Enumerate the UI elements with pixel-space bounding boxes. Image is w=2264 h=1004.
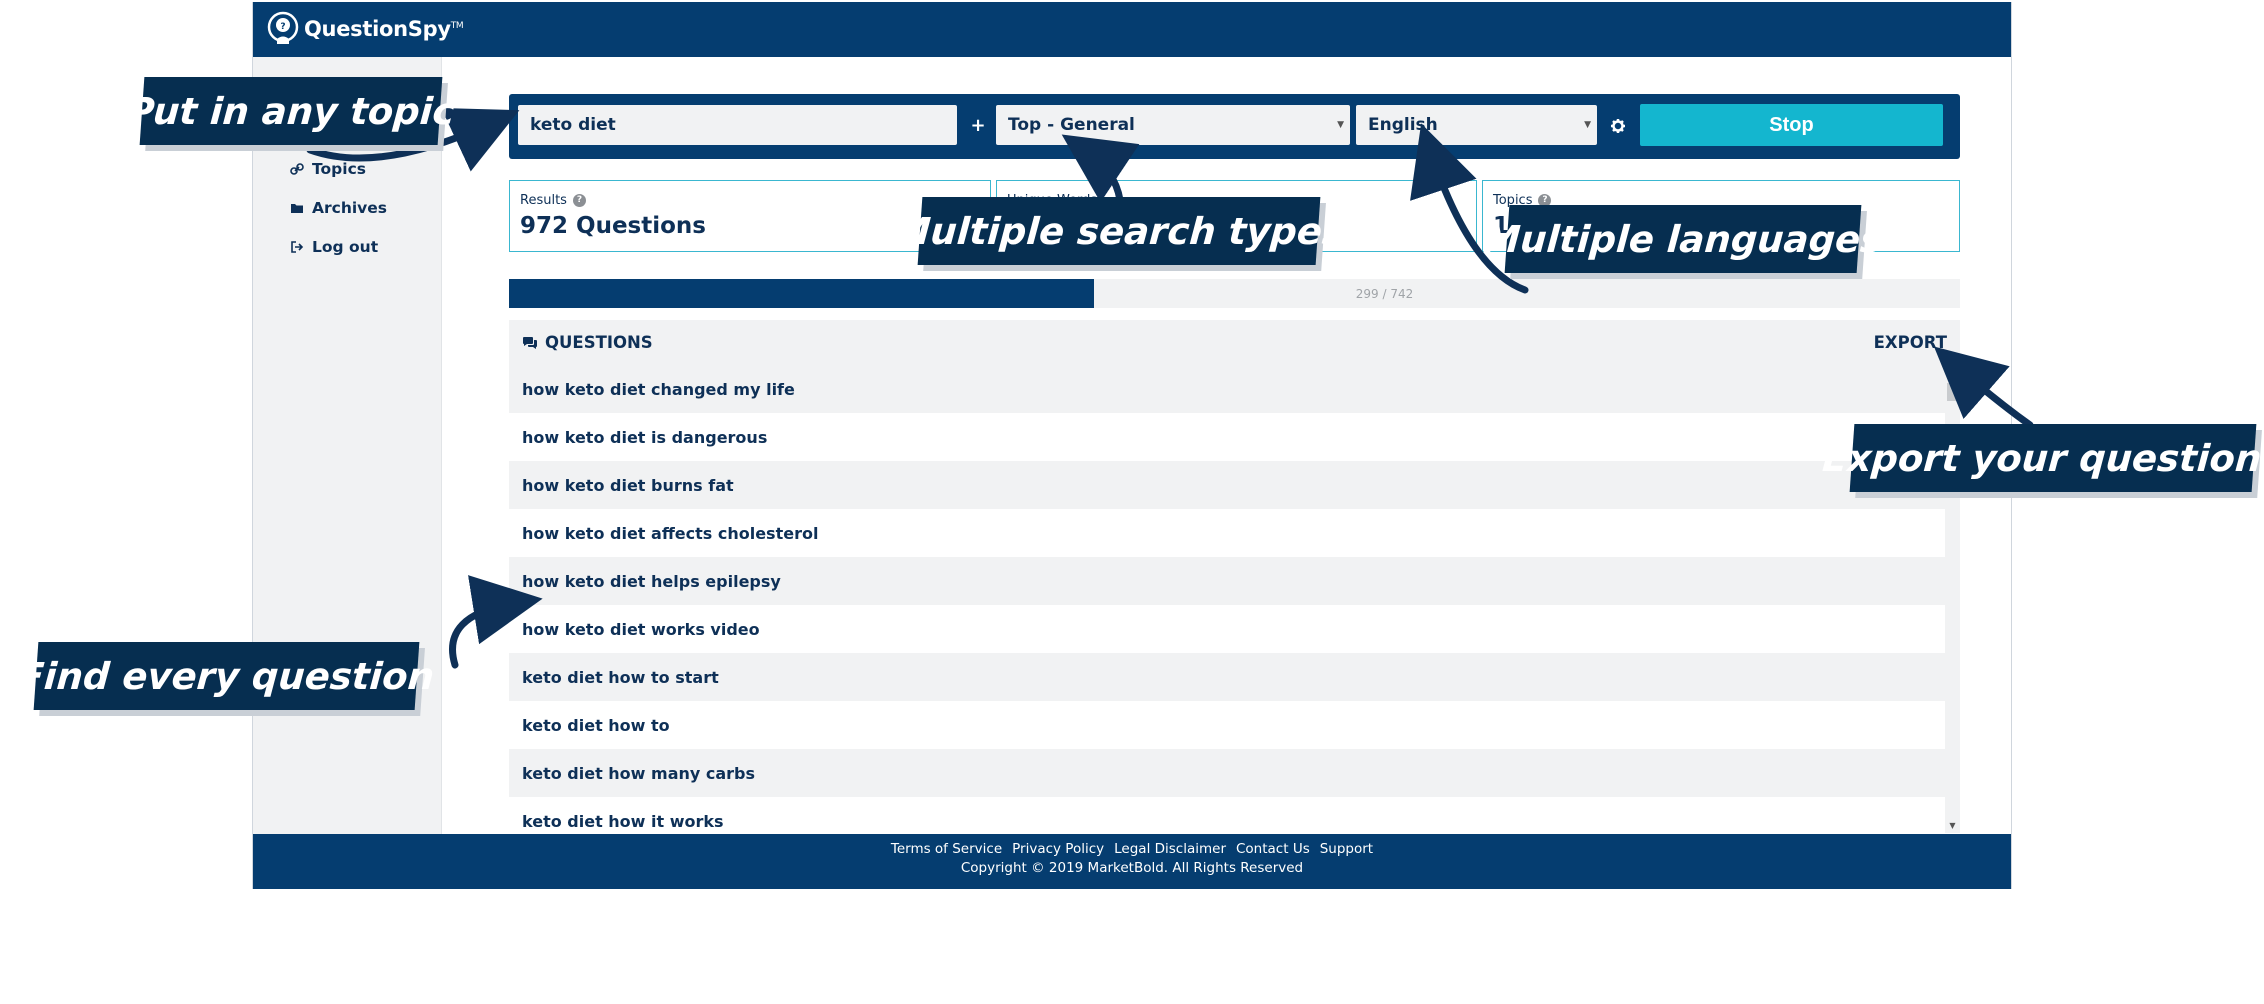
footer-link[interactable]: Legal Disclaimer [1114,841,1226,857]
language-select[interactable]: English ▼ [1356,105,1597,145]
stop-button[interactable]: Stop [1640,104,1943,146]
question-row[interactable]: keto diet how it works [509,797,1945,833]
footer-link[interactable]: Support [1320,841,1373,857]
export-button[interactable]: EXPORT [1874,333,1947,352]
link-icon [290,163,304,175]
question-row[interactable]: keto diet how to start [509,653,1945,701]
sidebar-item-logout[interactable]: Log out [290,238,378,256]
question-row[interactable]: how keto diet is dangerous [509,413,1945,461]
search-type-select[interactable]: Top - General ▼ [996,105,1350,145]
callout-export: Export your questions [1821,424,2264,492]
svg-text:?: ? [280,22,285,32]
footer-link[interactable]: Terms of Service [891,841,1002,857]
comments-icon [523,336,537,349]
scroll-down-icon[interactable]: ▼ [1948,821,1957,830]
footer-link[interactable]: Contact Us [1236,841,1310,857]
question-row[interactable]: keto diet how many carbs [509,749,1945,797]
question-row[interactable]: how keto diet helps epilepsy [509,557,1945,605]
progress-text: 299 / 742 [1355,286,1414,301]
help-icon[interactable]: ? [572,194,586,207]
callout-search-types: Multiple search types [892,197,1346,265]
brand-name: QuestionSpyTM [304,17,464,41]
footer: Terms of Service Privacy Policy Legal Disc… [253,834,2011,889]
sidebar-item-label: Log out [312,238,379,256]
callout-languages: Multiple languages [1482,205,1884,273]
question-row[interactable]: how keto diet works video [509,605,1945,653]
question-row[interactable]: keto diet how to [509,701,1945,749]
add-topic-button[interactable]: + [967,105,989,145]
sidebar-item-topics[interactable]: Topics [290,160,366,178]
question-row[interactable]: how keto diet changed my life [509,365,1945,413]
progress-bar: 299 / 742 [509,279,1960,308]
questionspy-logo-icon: ? [267,11,299,44]
brand-logo[interactable]: ? QuestionSpyTM [266,10,464,48]
footer-links: Terms of Service Privacy Policy Legal Disc… [253,841,2011,857]
scroll-up-icon[interactable]: ▲ [1948,367,1957,376]
scroll-thumb[interactable] [1947,383,1958,401]
chevron-down-icon: ▼ [1584,120,1591,130]
questions-list[interactable]: how keto diet changed my life how keto di… [509,365,1960,833]
sidebar-item-label: Topics [312,160,366,178]
logout-icon [291,241,304,253]
topic-input[interactable]: keto diet [518,105,957,145]
language-value: English [1368,115,1438,135]
app-window: ? QuestionSpyTM Topics Archives Log out … [252,2,2012,889]
question-row[interactable]: how keto diet affects cholesterol [509,509,1945,557]
chevron-down-icon: ▼ [1337,120,1344,130]
sidebar: Topics Archives Log out [253,57,442,835]
results-value: 972 Questions [520,213,706,239]
callout-find-every: Find every question [17,642,436,710]
footer-link[interactable]: Privacy Policy [1012,841,1104,857]
top-navbar: ? QuestionSpyTM [253,2,2011,57]
sidebar-item-archives[interactable]: Archives [290,199,387,217]
results-label: Results ? [520,193,586,208]
gear-icon[interactable] [1607,115,1629,137]
search-bar: keto diet + Top - General ▼ English ▼ St… [509,94,1960,159]
sidebar-item-label: Archives [312,199,388,217]
folder-icon [291,204,303,213]
callout-topic: Put in any topic [126,77,456,145]
footer-copyright: Copyright © 2019 MarketBold. All Rights … [960,860,1304,876]
question-row[interactable]: how keto diet burns fat [509,461,1945,509]
questions-title: QUESTIONS [522,333,653,352]
search-type-value: Top - General [1008,115,1135,135]
questions-header: QUESTIONS EXPORT [509,320,1960,365]
